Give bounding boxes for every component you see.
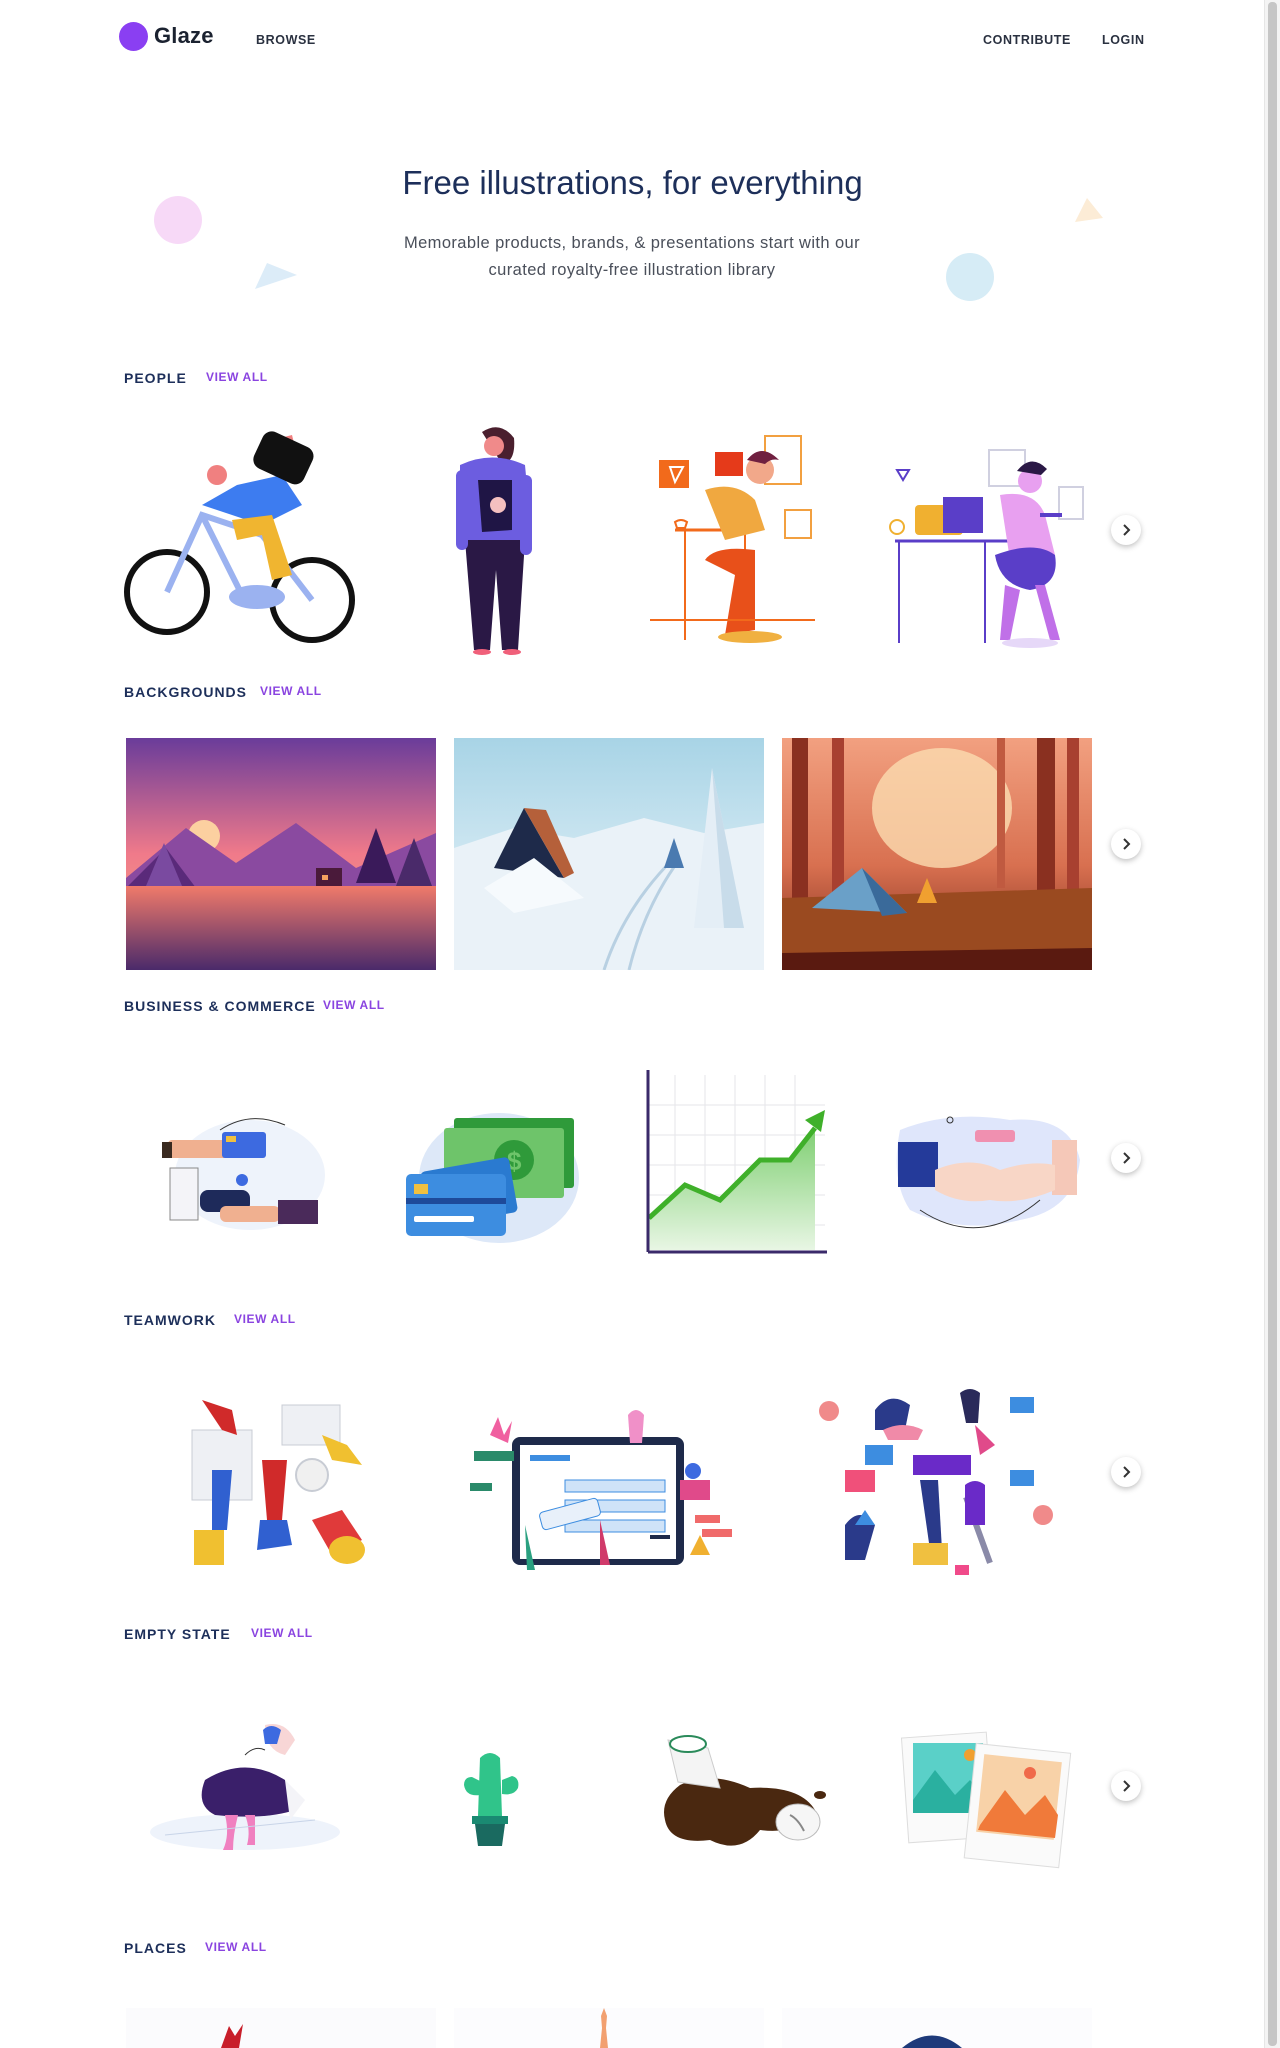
illustration-handshake[interactable] bbox=[890, 1110, 1085, 1240]
decor-blue-circle bbox=[946, 253, 994, 301]
section-title-people: PEOPLE bbox=[124, 370, 187, 386]
hero-title: Free illustrations, for everything bbox=[402, 164, 863, 201]
illustration-place-3[interactable] bbox=[782, 2008, 1092, 2048]
next-button-backgrounds[interactable] bbox=[1111, 829, 1141, 859]
illustration-parent-with-baby[interactable] bbox=[420, 420, 560, 660]
illustration-card-payment[interactable] bbox=[160, 1110, 330, 1240]
view-all-places[interactable]: VIEW ALL bbox=[205, 1940, 267, 1954]
decor-blue-triangle bbox=[255, 263, 297, 289]
background-sunset-lake[interactable] bbox=[126, 738, 436, 970]
illustration-photo-frames[interactable] bbox=[900, 1730, 1075, 1870]
logo-text[interactable]: Glaze bbox=[154, 23, 214, 49]
illustration-growth-chart[interactable] bbox=[645, 1070, 830, 1255]
section-title-teamwork: TEAMWORK bbox=[124, 1312, 216, 1328]
section-title-places: PLACES bbox=[124, 1940, 187, 1956]
illustration-laptop-worker[interactable] bbox=[885, 445, 1085, 650]
illustration-shoe-gum[interactable] bbox=[145, 1720, 345, 1860]
view-all-business[interactable]: VIEW ALL bbox=[323, 998, 385, 1012]
chevron-right-icon bbox=[1123, 1466, 1131, 1478]
chevron-right-icon bbox=[1123, 838, 1131, 850]
illustration-spilled-coffee[interactable] bbox=[650, 1730, 835, 1860]
view-all-teamwork[interactable]: VIEW ALL bbox=[234, 1312, 296, 1326]
illustration-cactus[interactable] bbox=[456, 1750, 522, 1850]
illustration-place-2[interactable] bbox=[454, 2008, 764, 2048]
illustration-cyclist[interactable] bbox=[122, 425, 362, 655]
illustration-team-blocks[interactable] bbox=[815, 1385, 1060, 1580]
scrollbar-thumb[interactable] bbox=[1268, 2, 1277, 2046]
chevron-right-icon bbox=[1123, 1780, 1131, 1792]
nav-login[interactable]: LOGIN bbox=[1102, 33, 1145, 47]
hero-subtitle: Memorable products, brands, & presentati… bbox=[403, 234, 861, 279]
section-title-empty-state: EMPTY STATE bbox=[124, 1626, 231, 1642]
illustration-desk-worker[interactable] bbox=[645, 430, 825, 650]
illustration-place-1[interactable] bbox=[126, 2008, 436, 2048]
next-button-empty-state[interactable] bbox=[1111, 1771, 1141, 1801]
view-all-people[interactable]: VIEW ALL bbox=[206, 370, 268, 384]
next-button-teamwork[interactable] bbox=[1111, 1457, 1141, 1487]
view-all-empty-state[interactable]: VIEW ALL bbox=[251, 1626, 313, 1640]
decor-pink-circle bbox=[154, 196, 202, 244]
section-title-business: BUSINESS & COMMERCE bbox=[124, 998, 316, 1014]
illustration-team-website[interactable] bbox=[470, 1405, 745, 1570]
illustration-money-cards[interactable]: $ bbox=[404, 1098, 584, 1248]
nav-browse[interactable]: BROWSE bbox=[256, 33, 316, 47]
background-snowy-cabin[interactable] bbox=[454, 738, 764, 970]
logo-icon[interactable] bbox=[119, 22, 148, 51]
chevron-right-icon bbox=[1123, 524, 1131, 536]
chevron-right-icon bbox=[1123, 1152, 1131, 1164]
nav-contribute[interactable]: CONTRIBUTE bbox=[983, 33, 1071, 47]
background-forest-camp[interactable] bbox=[782, 738, 1092, 970]
next-button-business[interactable] bbox=[1111, 1143, 1141, 1173]
section-title-backgrounds: BACKGROUNDS bbox=[124, 684, 247, 700]
next-button-people[interactable] bbox=[1111, 515, 1141, 545]
illustration-team-collab[interactable] bbox=[182, 1390, 392, 1575]
view-all-backgrounds[interactable]: VIEW ALL bbox=[260, 684, 322, 698]
